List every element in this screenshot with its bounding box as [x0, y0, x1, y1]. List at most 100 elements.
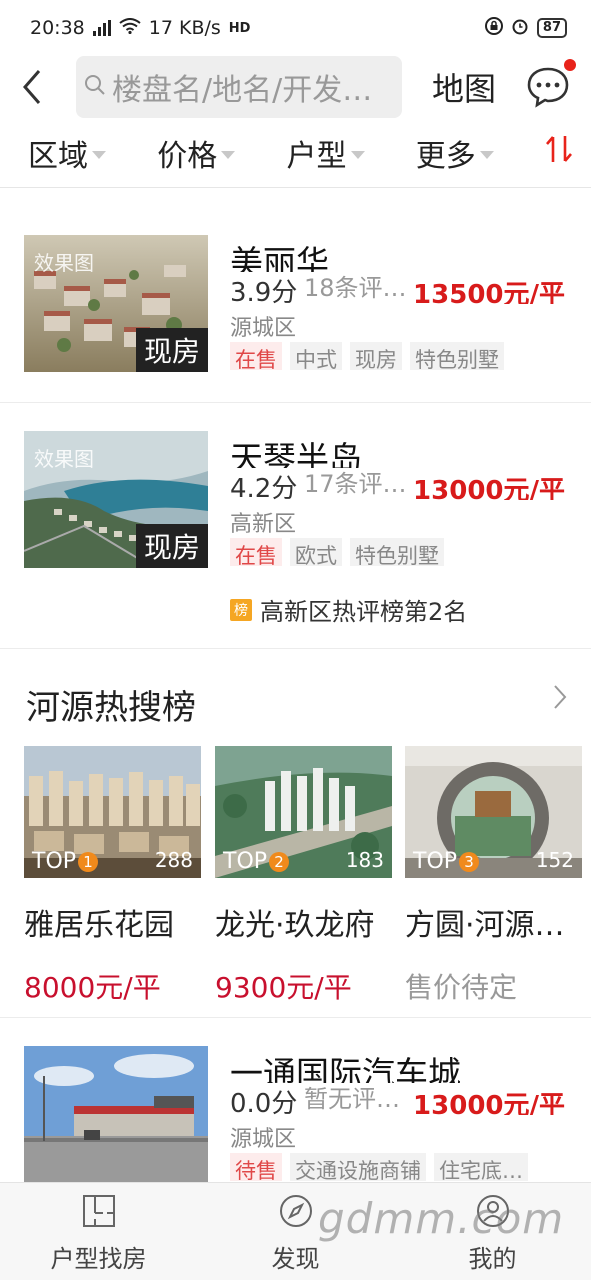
- wifi-icon: [119, 17, 141, 39]
- hot-rank: TOP 2: [223, 849, 290, 874]
- listing-tags: 在售 欧式 特色别墅: [230, 538, 444, 566]
- search-input[interactable]: 楼盘名/地名/开发…: [76, 56, 402, 118]
- hot-count: 152: [535, 848, 574, 872]
- hot-item[interactable]: TOP 1 288 雅居乐花园 8000元/平: [24, 746, 201, 1006]
- listing-image: 效果图 现房: [24, 235, 208, 372]
- compass-icon: [278, 1193, 314, 1233]
- effect-label: 效果图: [34, 447, 94, 471]
- auto-city-image: [24, 1046, 208, 1183]
- tag: 现房: [350, 342, 402, 370]
- listing-score: 3.9分: [230, 278, 298, 308]
- filter-layout[interactable]: 户型: [287, 131, 416, 175]
- listing-reviews: 暂无评…: [304, 1085, 400, 1113]
- tag: 特色别墅: [350, 538, 444, 566]
- divider: [0, 648, 591, 649]
- chevron-right-icon[interactable]: [553, 684, 567, 714]
- hot-section-title: 河源热搜榜: [26, 688, 196, 728]
- listing-price: 13500元/平: [413, 280, 565, 304]
- tag: 特色别墅: [410, 342, 504, 370]
- listing-price: 13000元/平: [413, 476, 565, 500]
- hot-rank: TOP 1: [32, 849, 99, 874]
- listing-reviews: 17条评…: [304, 470, 407, 498]
- filter-label: 价格: [157, 138, 218, 174]
- listing-reviews: 18条评…: [304, 274, 407, 302]
- rank-number: 2: [269, 851, 290, 872]
- hot-rank: TOP 3: [413, 849, 480, 874]
- tag: 住宅底…: [434, 1153, 528, 1181]
- listing-tags: 待售 交通设施商铺 住宅底…: [230, 1153, 528, 1181]
- network-speed: 17 KB/s: [148, 17, 221, 39]
- chevron-down-icon: [479, 150, 494, 159]
- rank-number: 1: [78, 851, 99, 872]
- listing-price: 13000元/平: [413, 1091, 565, 1115]
- listing-image: 效果图 现房: [24, 431, 208, 568]
- top-label: TOP: [32, 849, 77, 874]
- tag: 待售: [230, 1153, 282, 1181]
- nav-label: 户型找房: [50, 1245, 147, 1273]
- listing-title: 美丽华: [230, 243, 329, 272]
- filter-price[interactable]: 价格: [157, 131, 286, 175]
- map-link[interactable]: 地图: [432, 64, 496, 110]
- chevron-down-icon: [350, 150, 365, 159]
- filter-label: 户型: [286, 138, 347, 174]
- hot-item-name: 雅居乐花园: [24, 908, 174, 943]
- top-label: TOP: [413, 849, 458, 874]
- status-badge: 现房: [135, 524, 208, 568]
- hot-item-price: 9300元/平: [215, 971, 352, 1004]
- chevron-down-icon: [221, 150, 236, 159]
- hot-item-image: TOP 3 152: [405, 746, 582, 878]
- listing-district: 高新区: [230, 512, 297, 537]
- listing-image: [24, 1046, 208, 1183]
- hot-count: 183: [345, 848, 384, 872]
- search-icon: [84, 74, 106, 100]
- listing-score: 0.0分: [230, 1089, 298, 1119]
- status-bar: 20:38 17 KB/s HD 87: [0, 0, 591, 56]
- alarm-icon: [511, 17, 529, 40]
- sort-icon[interactable]: [545, 134, 573, 172]
- listing-score: 4.2分: [230, 474, 298, 504]
- divider: [0, 1017, 591, 1018]
- hd-icon: HD: [228, 20, 251, 36]
- search-placeholder: 楼盘名/地名/开发…: [112, 73, 373, 108]
- hot-item-name: 方圆·河源…: [405, 908, 565, 943]
- hot-item[interactable]: TOP 3 152 方圆·河源… 售价待定: [405, 746, 582, 1006]
- filter-label: 区域: [28, 138, 88, 174]
- listing-tags: 在售 中式 现房 特色别墅: [230, 342, 504, 370]
- divider: [0, 402, 591, 403]
- tag: 在售: [230, 342, 282, 370]
- back-icon[interactable]: [12, 62, 52, 112]
- tag: 交通设施商铺: [290, 1153, 426, 1181]
- hot-item-image: TOP 1 288: [24, 746, 201, 878]
- watermark: gdmm.com: [318, 1194, 565, 1243]
- hot-item-image: TOP 2 183: [215, 746, 392, 878]
- hot-item[interactable]: TOP 2 183 龙光·玖龙府 9300元/平: [215, 746, 392, 1006]
- nav-layout-search[interactable]: 户型找房: [0, 1183, 197, 1280]
- filter-more[interactable]: 更多: [416, 131, 545, 175]
- tag: 在售: [230, 538, 282, 566]
- search-header: 楼盘名/地名/开发… 地图: [0, 56, 591, 118]
- rank-icon: 榜: [230, 598, 252, 621]
- top-label: TOP: [223, 849, 268, 874]
- message-icon[interactable]: [526, 59, 577, 109]
- lock-icon: [484, 16, 503, 40]
- hot-item-price: 售价待定: [405, 971, 518, 1004]
- hot-item-name: 龙光·玖龙府: [215, 908, 375, 943]
- listing-title: 天琴半岛: [230, 439, 362, 468]
- unread-dot: [564, 59, 577, 71]
- nav-label: 我的: [468, 1245, 517, 1273]
- hot-count: 288: [154, 848, 193, 872]
- listing-district: 源城区: [230, 316, 297, 341]
- rank-note[interactable]: 榜 高新区热评榜第2名: [230, 592, 467, 627]
- hot-item-price: 8000元/平: [24, 971, 161, 1004]
- rank-number: 3: [459, 851, 480, 872]
- floorplan-icon: [81, 1193, 117, 1233]
- rank-text: 高新区热评榜第2名: [260, 598, 468, 626]
- status-time: 20:38: [30, 17, 85, 39]
- filter-region[interactable]: 区域: [28, 131, 157, 175]
- battery-indicator: 87: [536, 18, 567, 38]
- listing-title: 一通国际汽车城: [230, 1054, 461, 1083]
- chevron-down-icon: [92, 150, 106, 159]
- tag: 中式: [290, 342, 342, 370]
- filter-bar: 区域 价格 户型 更多: [0, 118, 591, 188]
- nav-label: 发现: [271, 1245, 320, 1273]
